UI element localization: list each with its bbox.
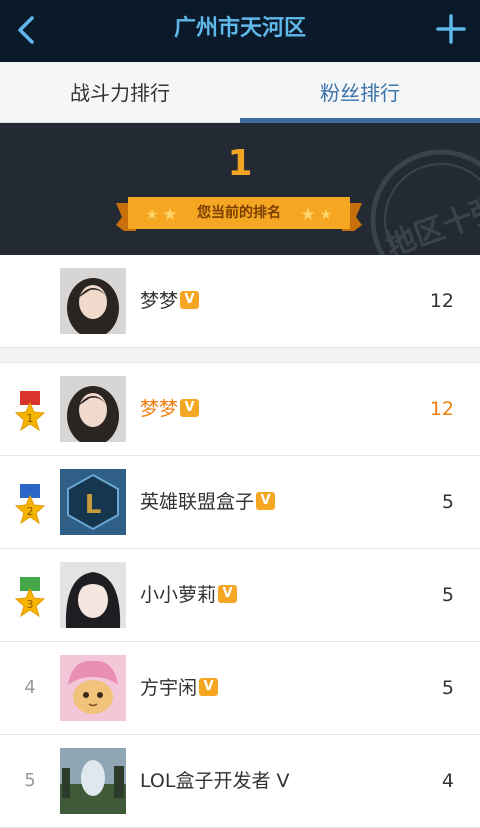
add-icon[interactable] (436, 14, 466, 44)
list-item-score: 4 (441, 770, 454, 792)
avatar: L (60, 469, 126, 535)
svg-text:3: 3 (27, 598, 34, 611)
my-rank-banner: 地区十强 1 ★ ★ ★ ★ 您当前的排名 (0, 123, 480, 255)
list-item-name: 方宇闲 V (140, 642, 219, 734)
verified-badge: V (218, 584, 238, 603)
list-item-rank: 5 (24, 770, 36, 791)
list-item-name: LOL盒子开发者 V (140, 770, 290, 792)
bronze-medal-icon: 3 (14, 577, 46, 618)
verified-badge: V (199, 677, 219, 696)
page-title: 广州市天河区 (173, 16, 306, 41)
avatar (60, 655, 126, 721)
verified-badge: V (180, 290, 200, 309)
list-item-name: 梦梦 V (140, 363, 200, 455)
section-divider (0, 348, 480, 363)
avatar (60, 376, 126, 442)
list-item-score: 5 (441, 677, 454, 699)
my-rank-number: 1 (227, 143, 253, 184)
svg-text:2: 2 (27, 505, 34, 518)
svg-text:地区十强: 地区十强 (381, 190, 480, 255)
list-item[interactable]: 4 方宇闲 V 5 (0, 642, 480, 735)
verified-badge: V (256, 491, 276, 510)
list-item-rank: 4 (24, 677, 36, 698)
list-item[interactable]: 3 小小萝莉 V 5 (0, 549, 480, 642)
list-item-score: 12 (429, 398, 454, 420)
list-item[interactable]: 2 L 英雄联盟盒子 V 5 (0, 456, 480, 549)
tab-fans[interactable]: 粉丝排行 (240, 62, 480, 122)
avatar (60, 748, 126, 814)
list-item-score: 5 (441, 491, 454, 513)
my-entry-row[interactable]: 梦梦 V 12 (0, 255, 480, 348)
list-item-score: 5 (441, 584, 454, 606)
rank-ribbon-label: 您当前的排名 (197, 205, 281, 221)
list-item-name: 小小萝莉 V (140, 549, 238, 641)
avatar (60, 562, 126, 628)
avatar (60, 268, 126, 334)
verified-badge: V (180, 398, 200, 417)
list-item[interactable]: 1 梦梦 V 12 (0, 363, 480, 456)
app-header: 广州市天河区 (0, 0, 480, 62)
my-entry-score: 12 (429, 290, 454, 312)
tab-bar: 战斗力排行 粉丝排行 (0, 62, 480, 123)
silver-medal-icon: 2 (14, 484, 46, 525)
my-entry-name: 梦梦 V (140, 255, 200, 347)
list-item[interactable]: 5 LOL盒子开发者 V 4 (0, 735, 480, 828)
tab-combat-power[interactable]: 战斗力排行 (0, 62, 240, 122)
gold-medal-icon: 1 (14, 391, 46, 432)
svg-text:L: L (85, 490, 102, 520)
list-item-name: 英雄联盟盒子 V (140, 456, 276, 548)
svg-text:1: 1 (27, 412, 34, 425)
